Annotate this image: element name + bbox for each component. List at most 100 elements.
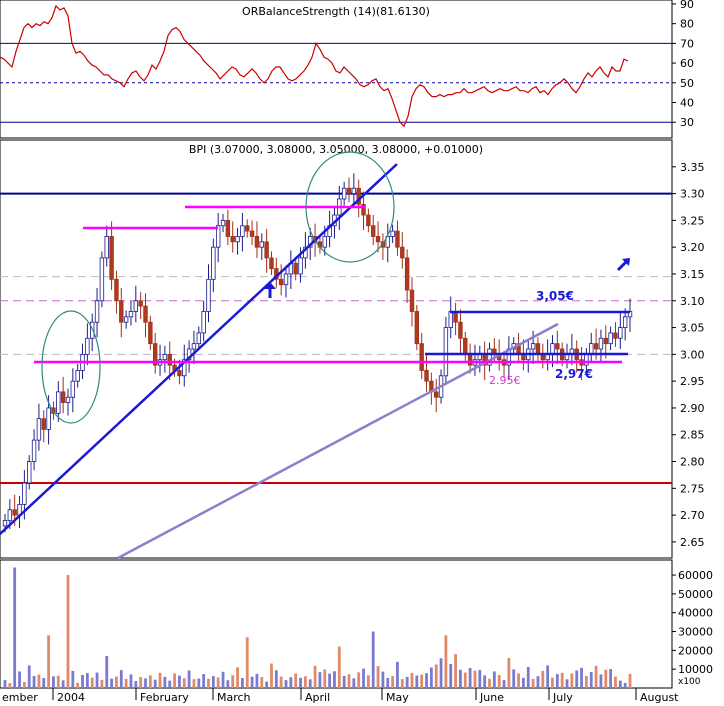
volume-bar (425, 673, 428, 688)
volume-bar (439, 658, 443, 688)
volume-bar (371, 631, 375, 688)
indicator-tick-label: 80 (680, 18, 694, 31)
volume-bar (488, 678, 491, 688)
candle-body (458, 321, 463, 339)
volume-bar (144, 678, 147, 688)
volume-bar (604, 669, 608, 688)
volume-bar (483, 675, 487, 688)
candle-body (119, 300, 124, 323)
candle-body (254, 236, 260, 248)
candle-body (7, 509, 13, 521)
candle-body (259, 241, 264, 248)
volume-bar (546, 665, 550, 688)
volume-bar (396, 661, 399, 688)
volume-bar (37, 674, 41, 688)
volume-bar (260, 677, 264, 688)
price-tick-label: 2.85 (680, 429, 705, 442)
volume-bar (187, 670, 191, 688)
volume-bar (468, 668, 472, 688)
volume-bar (463, 672, 467, 688)
volume-bar (299, 677, 302, 688)
price-tick-label: 3.00 (680, 348, 705, 361)
volume-bar (303, 676, 307, 688)
price-tick-label: 3.10 (680, 295, 705, 308)
volume-bar (100, 679, 104, 688)
volume-tick-label: 20000 (678, 644, 713, 657)
candle-body (613, 332, 618, 339)
volume-bar (27, 665, 31, 688)
volume-bar (386, 678, 390, 688)
candle-body (138, 300, 143, 307)
volume-bar (178, 675, 181, 688)
price-tick-label: 3.35 (680, 161, 705, 174)
candle-body (70, 380, 76, 398)
candle-body (22, 482, 27, 505)
candle-body (191, 343, 197, 350)
volume-bar (618, 680, 622, 688)
candle-body (419, 343, 424, 371)
candle-body (211, 246, 216, 280)
candle-body (31, 439, 37, 462)
candle-body (36, 418, 42, 441)
x-tick-label: February (140, 691, 189, 704)
candle-body (27, 461, 32, 484)
indicator-tick-label: 90 (680, 0, 694, 11)
volume-bar (318, 672, 322, 688)
candle-body (434, 391, 439, 398)
candle-body (133, 300, 139, 312)
volume-bar (420, 674, 424, 688)
candle-body (409, 289, 415, 312)
volume-bar (207, 678, 210, 688)
volume-bar (444, 635, 448, 688)
indicator-panel (0, 0, 673, 139)
volume-bar (270, 663, 273, 688)
volume-bar (449, 663, 453, 688)
candle-body (143, 305, 148, 323)
x-tick-label: 2004 (57, 691, 85, 704)
volume-bar (565, 679, 569, 688)
volume-bar (352, 678, 356, 688)
candle-body (46, 407, 51, 430)
volume-bar (245, 637, 249, 688)
volume-bar (584, 675, 588, 688)
x-tick-label: August (640, 691, 679, 704)
volume-tick-label: 10000 (678, 663, 713, 676)
volume-bar (173, 673, 176, 688)
volume-bar (32, 675, 36, 688)
candle-body (443, 327, 449, 377)
x-tick-label: ember (2, 691, 38, 704)
candle-body (414, 311, 420, 345)
candle-body (201, 311, 206, 334)
volume-bar (376, 666, 380, 688)
volume-bar (536, 676, 540, 688)
candle-body (240, 225, 245, 237)
candle-body (56, 391, 61, 414)
candle-body (65, 396, 71, 403)
candle-body (448, 311, 453, 328)
candle-body (148, 321, 153, 345)
volume-bar (153, 679, 157, 688)
price-tick-label: 2.65 (680, 536, 705, 549)
candle-body (85, 337, 90, 355)
price-tick-label: 2.95 (680, 375, 705, 388)
volume-bar (328, 673, 332, 688)
volume-bar (570, 673, 574, 688)
candle-body (298, 257, 303, 275)
volume-bar (202, 674, 206, 688)
volume-bar (61, 680, 65, 688)
candle-body (293, 262, 298, 275)
candle-body (104, 236, 109, 259)
candle-body (2, 520, 8, 527)
volume-bar (22, 681, 26, 688)
candle-body (225, 219, 231, 237)
volume-bar (294, 673, 298, 688)
volume-bar (502, 680, 506, 688)
x-tick-label: July (552, 691, 573, 704)
candle-body (603, 337, 608, 345)
volume-bar (105, 656, 109, 688)
candle-body (390, 230, 395, 237)
candle-body (75, 370, 80, 382)
volume-bar (313, 665, 317, 688)
candle-body (322, 236, 327, 248)
volume-bar (609, 668, 613, 688)
